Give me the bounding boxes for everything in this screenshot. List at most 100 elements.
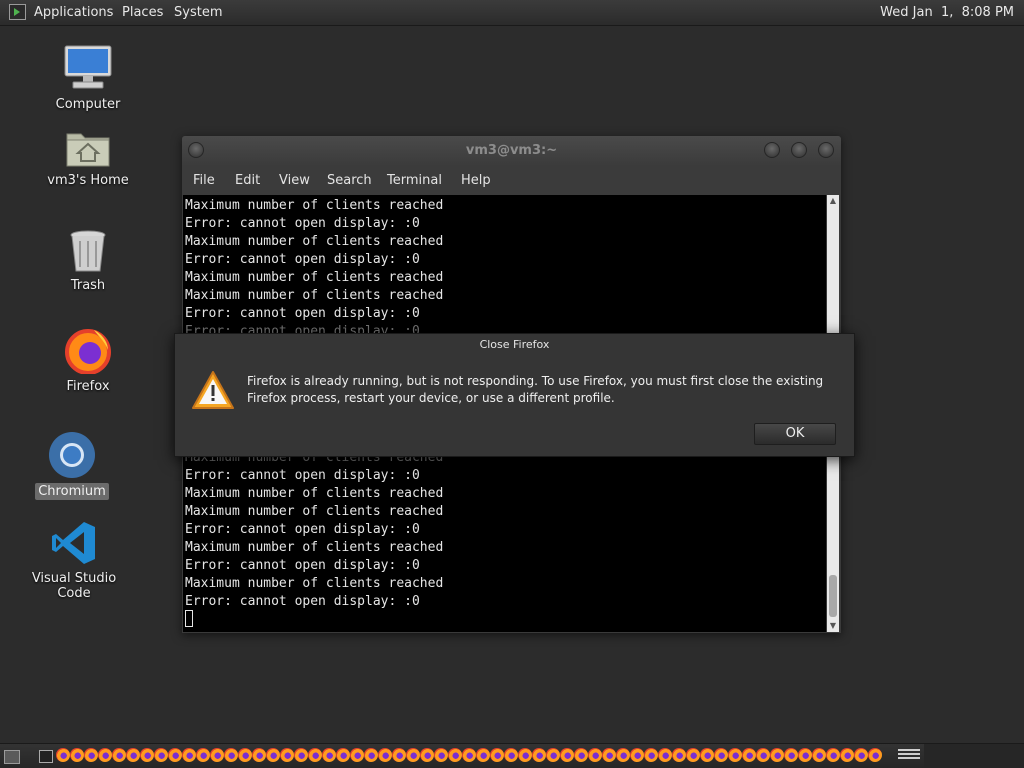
- firefox-task-icon[interactable]: [126, 748, 140, 762]
- terminal-line: Error: cannot open display: :0: [185, 558, 420, 573]
- firefox-task-icon[interactable]: [700, 748, 714, 762]
- firefox-task-icon[interactable]: [756, 748, 770, 762]
- firefox-task-icon[interactable]: [840, 748, 854, 762]
- firefox-task-icon[interactable]: [854, 748, 868, 762]
- firefox-task-icon[interactable]: [490, 748, 504, 762]
- terminal-task-icon[interactable]: [39, 750, 53, 763]
- firefox-task-icon[interactable]: [658, 748, 672, 762]
- menu-help[interactable]: Help: [455, 166, 497, 195]
- desktop-icon-chromium[interactable]: Chromium: [12, 431, 132, 500]
- firefox-task-icon[interactable]: [392, 748, 406, 762]
- firefox-task-icon[interactable]: [728, 748, 742, 762]
- firefox-task-icon[interactable]: [560, 748, 574, 762]
- close-firefox-dialog[interactable]: Close Firefox Firefox is already running…: [174, 333, 855, 457]
- firefox-task-icon[interactable]: [182, 748, 196, 762]
- desktop-icon-vscode[interactable]: Visual Studio Code: [14, 520, 134, 602]
- firefox-task-icon[interactable]: [308, 748, 322, 762]
- firefox-task-icon[interactable]: [378, 748, 392, 762]
- terminal-line: Error: cannot open display: :0: [185, 252, 420, 267]
- firefox-task-icon[interactable]: [238, 748, 252, 762]
- firefox-task-icon[interactable]: [742, 748, 756, 762]
- scroll-down-arrow-icon[interactable]: ▼: [827, 620, 839, 632]
- firefox-task-icon[interactable]: [406, 748, 420, 762]
- firefox-task-icon[interactable]: [448, 748, 462, 762]
- firefox-task-icon[interactable]: [714, 748, 728, 762]
- firefox-task-icon[interactable]: [224, 748, 238, 762]
- firefox-task-icon[interactable]: [686, 748, 700, 762]
- menu-view[interactable]: View: [273, 166, 316, 195]
- firefox-task-icon[interactable]: [252, 748, 266, 762]
- firefox-task-icon[interactable]: [602, 748, 616, 762]
- terminal-cursor: [185, 610, 193, 627]
- desktop-icon-computer[interactable]: Computer: [28, 44, 148, 113]
- menu-search[interactable]: Search: [321, 166, 378, 195]
- scroll-up-arrow-icon[interactable]: ▲: [827, 195, 839, 207]
- applications-menu-icon[interactable]: [9, 4, 26, 20]
- menu-file[interactable]: File: [187, 166, 221, 195]
- scroll-thumb[interactable]: [829, 575, 837, 617]
- home-folder-icon: [66, 133, 110, 167]
- firefox-task-icon[interactable]: [70, 748, 84, 762]
- firefox-task-icon[interactable]: [616, 748, 630, 762]
- firefox-task-icon[interactable]: [350, 748, 364, 762]
- firefox-task-icon[interactable]: [826, 748, 840, 762]
- desktop-icon-firefox[interactable]: Firefox: [28, 326, 148, 395]
- terminal-titlebar[interactable]: vm3@vm3:~: [182, 136, 841, 166]
- firefox-task-icon[interactable]: [84, 748, 98, 762]
- firefox-task-icon[interactable]: [672, 748, 686, 762]
- minimize-button[interactable]: [764, 142, 780, 158]
- firefox-task-icon[interactable]: [322, 748, 336, 762]
- window-list-icon[interactable]: [898, 749, 920, 764]
- firefox-task-icon[interactable]: [168, 748, 182, 762]
- terminal-line: Maximum number of clients reached: [185, 288, 444, 303]
- terminal-line: Error: cannot open display: :0: [185, 522, 420, 537]
- desktop-icon-label: Trash: [70, 278, 106, 293]
- workspace-switcher[interactable]: [924, 744, 1024, 768]
- firefox-task-icon[interactable]: [462, 748, 476, 762]
- terminal-line: Error: cannot open display: :0: [185, 594, 420, 609]
- menu-edit[interactable]: Edit: [229, 166, 266, 195]
- firefox-task-icon[interactable]: [420, 748, 434, 762]
- firefox-task-icon[interactable]: [210, 748, 224, 762]
- firefox-task-icon[interactable]: [294, 748, 308, 762]
- firefox-task-icon[interactable]: [280, 748, 294, 762]
- desktop-icon-label: Computer: [55, 97, 121, 112]
- firefox-task-icon[interactable]: [784, 748, 798, 762]
- applications-menu[interactable]: Applications: [30, 0, 117, 25]
- firefox-task-icon[interactable]: [504, 748, 518, 762]
- desktop-icon-trash[interactable]: Trash: [28, 229, 148, 294]
- desktop-icon-home[interactable]: vm3's Home: [28, 128, 148, 189]
- firefox-task-icon[interactable]: [364, 748, 378, 762]
- firefox-task-icon[interactable]: [770, 748, 784, 762]
- places-menu[interactable]: Places: [118, 0, 167, 25]
- close-button[interactable]: [818, 142, 834, 158]
- firefox-task-icon[interactable]: [644, 748, 658, 762]
- firefox-task-icon[interactable]: [868, 748, 882, 762]
- firefox-task-icon[interactable]: [546, 748, 560, 762]
- menu-terminal[interactable]: Terminal: [381, 166, 448, 195]
- firefox-task-icon[interactable]: [154, 748, 168, 762]
- firefox-task-icon[interactable]: [574, 748, 588, 762]
- firefox-task-icon[interactable]: [812, 748, 826, 762]
- clock[interactable]: Wed Jan 1, 8:08 PM: [874, 0, 1020, 25]
- system-menu[interactable]: System: [170, 0, 226, 25]
- firefox-task-icon[interactable]: [798, 748, 812, 762]
- firefox-task-icon[interactable]: [630, 748, 644, 762]
- firefox-task-icon[interactable]: [476, 748, 490, 762]
- firefox-task-icon[interactable]: [336, 748, 350, 762]
- firefox-task-icon[interactable]: [196, 748, 210, 762]
- firefox-task-icon[interactable]: [140, 748, 154, 762]
- dialog-title: Close Firefox: [479, 338, 550, 351]
- firefox-task-icon[interactable]: [518, 748, 532, 762]
- firefox-task-icon[interactable]: [266, 748, 280, 762]
- taskbar-window-list[interactable]: [56, 748, 894, 765]
- maximize-button[interactable]: [791, 142, 807, 158]
- firefox-task-icon[interactable]: [588, 748, 602, 762]
- firefox-task-icon[interactable]: [532, 748, 546, 762]
- firefox-task-icon[interactable]: [98, 748, 112, 762]
- ok-button[interactable]: OK: [754, 423, 836, 445]
- firefox-task-icon[interactable]: [112, 748, 126, 762]
- show-desktop-icon[interactable]: [4, 750, 20, 764]
- firefox-task-icon[interactable]: [434, 748, 448, 762]
- firefox-task-icon[interactable]: [56, 748, 70, 762]
